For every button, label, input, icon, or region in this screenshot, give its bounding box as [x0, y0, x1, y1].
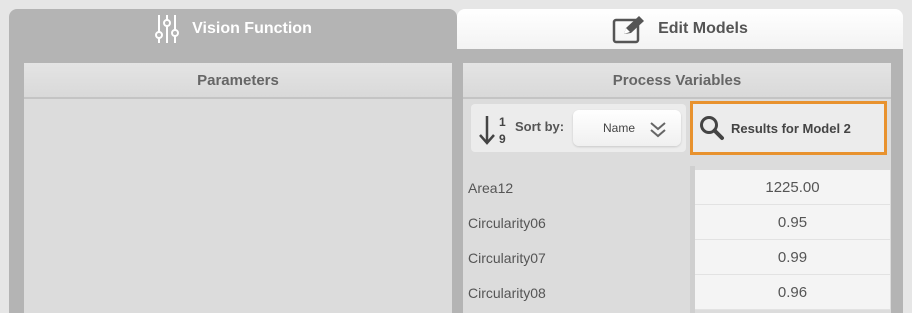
sort-select-value: Name	[603, 121, 636, 135]
variable-name: Circularity06	[468, 214, 546, 231]
tab-edit-label: Edit Models	[658, 20, 748, 37]
results-for-model-button[interactable]: Results for Model 2	[690, 101, 887, 155]
tab-vision-function[interactable]: Vision Function	[9, 9, 457, 49]
variable-name: Circularity08	[468, 284, 546, 301]
variable-name: Area12	[468, 179, 514, 196]
results-button-label: Results for Model 2	[731, 120, 851, 136]
variable-name: Circularity07	[468, 249, 546, 266]
svg-text:9: 9	[499, 132, 506, 146]
tab-edit-models[interactable]: Edit Models	[457, 9, 903, 49]
variable-value[interactable]: 1225.00	[695, 170, 890, 205]
tab-vision-label: Vision Function	[192, 20, 312, 37]
sort-numeric-icon[interactable]: 1 9	[478, 114, 512, 146]
variable-value[interactable]: 0.95	[695, 205, 890, 240]
parameters-panel	[24, 99, 452, 313]
edit-icon	[612, 14, 646, 44]
variable-value[interactable]: 0.99	[695, 240, 890, 275]
chevron-down-double-icon	[649, 120, 667, 140]
sort-label: Sort by:	[515, 119, 565, 134]
parameters-header: Parameters	[24, 63, 452, 99]
svg-text:1: 1	[499, 115, 506, 129]
sliders-icon	[154, 14, 180, 44]
process-variables-header: Process Variables	[463, 63, 891, 99]
variable-value[interactable]: 0.96	[695, 275, 890, 310]
search-icon	[699, 115, 725, 141]
